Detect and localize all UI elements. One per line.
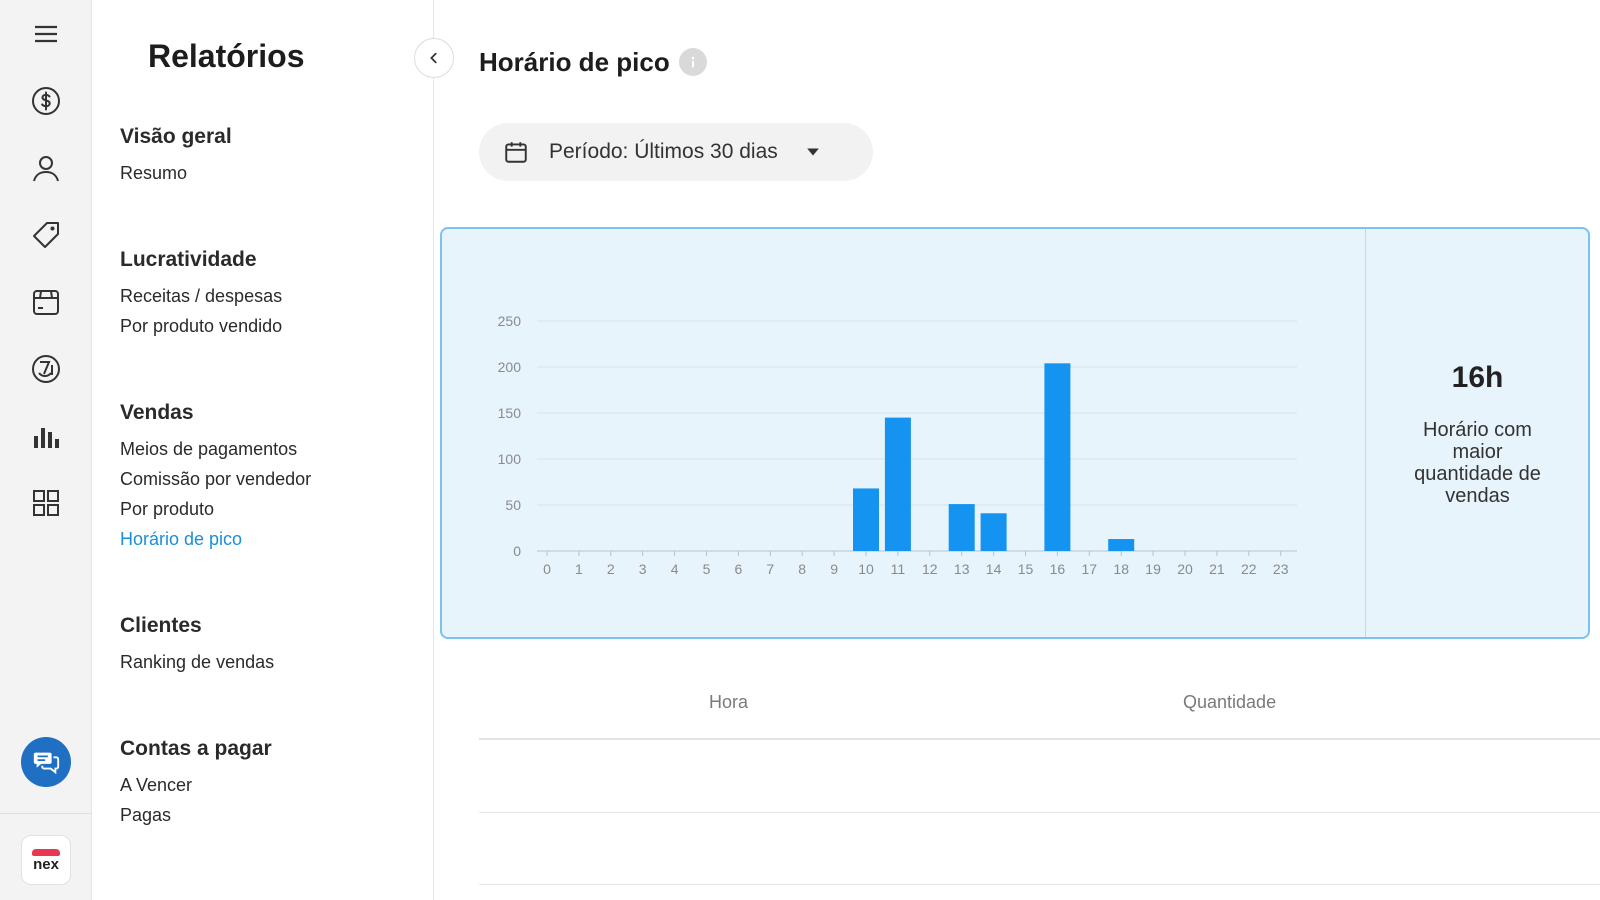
- bar-hour-18: [1108, 539, 1135, 551]
- column-header-quantidade[interactable]: Quantidade: [1183, 692, 1276, 713]
- brand-logo[interactable]: nex: [21, 835, 71, 885]
- reports-sidebar: Relatórios Visão geral Resumo Lucrativid…: [92, 0, 434, 900]
- peak-hours-card: 0 50 100 150 200 250 0 1 2 3 4 5 6 7 8 9 10 11 12 13 14 15 16 1…: [440, 227, 1590, 639]
- calendar-icon: [505, 142, 527, 163]
- column-header-hora[interactable]: Hora: [709, 692, 748, 713]
- y-tick-label: 0: [513, 543, 521, 559]
- peak-hour-label: Horário com maior quantidade de vendas: [1414, 419, 1541, 507]
- x-tick-label: 17: [1082, 561, 1098, 577]
- sidebar-item-receitas-despesas[interactable]: Receitas / despesas: [120, 281, 282, 311]
- info-icon[interactable]: [679, 48, 707, 76]
- rail-divider: [0, 813, 92, 814]
- section-title: Lucratividade: [120, 248, 257, 271]
- sidebar-item-pagas[interactable]: Pagas: [120, 800, 272, 830]
- tag-icon[interactable]: [28, 217, 64, 253]
- section-title: Contas a pagar: [120, 737, 272, 760]
- y-tick-label: 50: [505, 497, 521, 513]
- y-tick-label: 150: [498, 405, 522, 421]
- bar-hour-16: [1044, 363, 1071, 551]
- x-tick-label: 7: [766, 561, 774, 577]
- x-tick-label: 18: [1113, 561, 1129, 577]
- main-content: Horário de pico Período: Últimos 30 dias…: [434, 0, 1600, 900]
- menu-icon[interactable]: [28, 16, 64, 52]
- x-tick-label: 16: [1050, 561, 1066, 577]
- x-tick-label: 19: [1145, 561, 1161, 577]
- peak-hour-value: 16h: [1451, 361, 1504, 394]
- x-tick-label: 1: [575, 561, 583, 577]
- collapse-sidebar-button[interactable]: [414, 38, 454, 78]
- x-tick-label: 8: [798, 561, 806, 577]
- bar-hour-10: [853, 488, 879, 551]
- icon-rail: nex: [0, 0, 92, 900]
- sidebar-item-por-produto-vendido[interactable]: Por produto vendido: [120, 311, 282, 341]
- sidebar-item-meios-pagamentos[interactable]: Meios de pagamentos: [120, 434, 311, 464]
- sidebar-item-comissao-vendedor[interactable]: Comissão por vendedor: [120, 464, 311, 494]
- caret-down-icon: [806, 148, 819, 156]
- table-header: Hora Quantidade: [479, 680, 1600, 740]
- chat-icon: [33, 752, 60, 775]
- y-tick-label: 250: [498, 313, 522, 329]
- x-tick-label: 20: [1177, 561, 1193, 577]
- section-payables: Contas a pagar A Vencer Pagas: [120, 737, 272, 830]
- y-tick-label: 100: [498, 451, 522, 467]
- sidebar-item-a-vencer[interactable]: A Vencer: [120, 770, 272, 800]
- section-clients: Clientes Ranking de vendas: [120, 614, 274, 677]
- logo-text: nex: [33, 855, 59, 873]
- x-tick-label: 5: [703, 561, 711, 577]
- x-tick-label: 10: [858, 561, 874, 577]
- sidebar-item-por-produto[interactable]: Por produto: [120, 494, 311, 524]
- dollar-icon[interactable]: [28, 83, 64, 119]
- bar-hour-11: [884, 417, 911, 551]
- section-sales: Vendas Meios de pagamentos Comissão por …: [120, 401, 311, 554]
- card-divider: [1365, 229, 1366, 637]
- x-tick-label: 12: [922, 561, 938, 577]
- logo-mark-icon: [32, 848, 60, 856]
- table-row-divider: [479, 884, 1600, 885]
- section-title: Clientes: [120, 614, 202, 637]
- section-profitability: Lucratividade Receitas / despesas Por pr…: [120, 248, 282, 341]
- sidebar-item-ranking-vendas[interactable]: Ranking de vendas: [120, 647, 274, 677]
- x-tick-label: 4: [671, 561, 679, 577]
- page-title: Horário de pico: [479, 47, 670, 77]
- section-title: Vendas: [120, 401, 194, 424]
- x-tick-label: 11: [891, 561, 906, 577]
- x-tick-label: 13: [954, 561, 970, 577]
- sidebar-title: Relatórios: [148, 38, 305, 74]
- period-label: Período: Últimos 30 dias: [549, 140, 778, 163]
- x-tick-label: 6: [735, 561, 743, 577]
- dial-icon[interactable]: [28, 351, 64, 387]
- section-overview: Visão geral Resumo: [120, 125, 232, 188]
- x-tick-label: 22: [1241, 561, 1257, 577]
- bar-hour-13: [948, 504, 975, 551]
- x-tick-label: 15: [1018, 561, 1034, 577]
- chat-button[interactable]: [21, 737, 71, 787]
- x-tick-label: 3: [639, 561, 647, 577]
- bar-chart-icon[interactable]: [28, 418, 64, 454]
- chevron-left-icon: [430, 52, 437, 64]
- x-tick-label: 0: [543, 561, 551, 577]
- table-row-divider: [479, 812, 1600, 813]
- x-tick-label: 23: [1273, 561, 1289, 577]
- x-tick-label: 2: [607, 561, 615, 577]
- sidebar-item-resumo[interactable]: Resumo: [120, 158, 232, 188]
- x-tick-label: 14: [986, 561, 1002, 577]
- sidebar-item-horario-pico[interactable]: Horário de pico: [120, 524, 311, 554]
- grid-icon[interactable]: [28, 485, 64, 521]
- peak-hours-chart: 0501001502002500 1 2 3 4 5 6 7 8 9 10 11 12 13 14 15 16 1…: [498, 313, 1297, 577]
- user-icon[interactable]: [28, 150, 64, 186]
- period-selector[interactable]: Período: Últimos 30 dias: [479, 123, 873, 181]
- box-icon[interactable]: [28, 284, 64, 320]
- x-tick-label: 9: [830, 561, 838, 577]
- section-title: Visão geral: [120, 125, 232, 148]
- bar-hour-14: [980, 513, 1007, 551]
- y-tick-label: 200: [498, 359, 522, 375]
- x-tick-label: 21: [1209, 561, 1225, 577]
